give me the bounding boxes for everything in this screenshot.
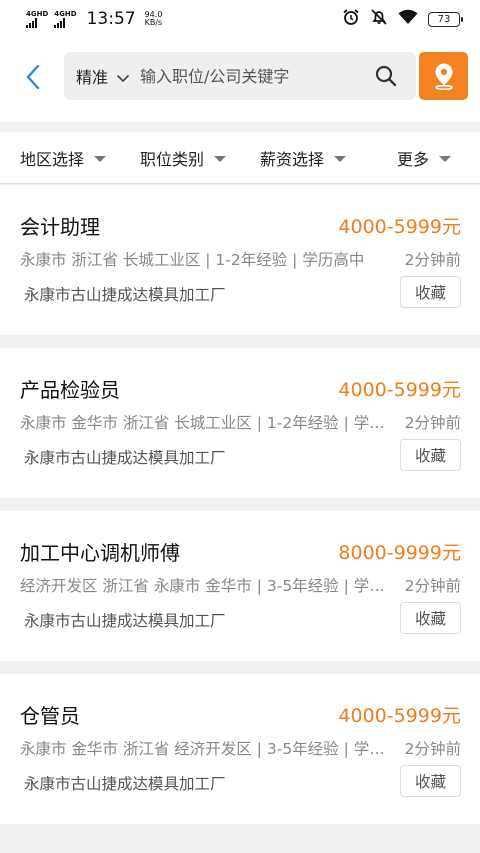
job-title: 仓管员 bbox=[20, 704, 80, 728]
status-bar-right: 73 bbox=[342, 8, 463, 30]
net-speed: 94.0 KB/s bbox=[144, 10, 163, 27]
filter-region[interactable]: 地区选择 bbox=[20, 132, 107, 184]
dropdown-triangle-icon bbox=[439, 156, 452, 162]
job-title: 产品检验员 bbox=[20, 378, 120, 402]
job-card[interactable]: 仓管员 4000-5999元 永康市 金华市 浙江省 经济开发区 | 3-5年经… bbox=[0, 674, 480, 824]
search-mode-select[interactable]: 精准 bbox=[76, 64, 108, 88]
location-pin-icon bbox=[434, 63, 453, 90]
dropdown-triangle-icon bbox=[214, 156, 227, 162]
clock: 13:57 bbox=[86, 9, 136, 29]
job-salary: 8000-9999元 bbox=[338, 542, 461, 564]
alarm-icon bbox=[342, 8, 360, 30]
filter-salary[interactable]: 薪资选择 bbox=[260, 132, 347, 184]
status-bar: 4GHD 4GHD 13:57 94.0 KB/s 73 bbox=[0, 0, 480, 38]
favorite-button[interactable]: 收藏 bbox=[400, 602, 461, 634]
battery-icon: 73 bbox=[428, 11, 463, 27]
job-posted-time: 2分钟前 bbox=[404, 740, 461, 758]
company-name[interactable]: 永康市古山捷成达模具加工厂 bbox=[24, 609, 226, 631]
company-name[interactable]: 永康市古山捷成达模具加工厂 bbox=[24, 446, 226, 468]
job-posted-time: 2分钟前 bbox=[404, 251, 461, 269]
search-header: 精准 bbox=[0, 38, 480, 122]
job-salary: 4000-5999元 bbox=[338, 705, 461, 727]
job-posted-time: 2分钟前 bbox=[404, 577, 461, 595]
back-button[interactable] bbox=[18, 60, 48, 94]
favorite-button[interactable]: 收藏 bbox=[400, 276, 461, 308]
job-title: 会计助理 bbox=[20, 215, 100, 239]
dropdown-triangle-icon bbox=[334, 156, 347, 162]
job-card[interactable]: 会计助理 4000-5999元 永康市 浙江省 长城工业区 | 1-2年经验 |… bbox=[0, 185, 480, 335]
job-salary: 4000-5999元 bbox=[338, 216, 461, 238]
location-button[interactable] bbox=[419, 52, 468, 100]
search-icon[interactable] bbox=[374, 64, 398, 88]
status-bar-left: 4GHD 4GHD 13:57 94.0 KB/s bbox=[26, 9, 162, 29]
favorite-button[interactable]: 收藏 bbox=[400, 765, 461, 797]
signal-icon-1: 4GHD bbox=[26, 10, 48, 28]
wifi-icon bbox=[398, 9, 418, 29]
chevron-left-icon bbox=[26, 64, 40, 90]
job-meta: 经济开发区 浙江省 永康市 金华市 | 3-5年经验 | 学历不限 bbox=[20, 577, 392, 595]
chevron-down-icon[interactable] bbox=[116, 68, 130, 87]
signal-icon-2: 4GHD bbox=[54, 10, 77, 28]
job-salary: 4000-5999元 bbox=[338, 379, 461, 401]
job-card[interactable]: 加工中心调机师傅 8000-9999元 经济开发区 浙江省 永康市 金华市 | … bbox=[0, 511, 480, 661]
filter-bar: 地区选择 职位类别 薪资选择 更多 bbox=[0, 132, 480, 184]
filter-job-category[interactable]: 职位类别 bbox=[140, 132, 227, 184]
dropdown-triangle-icon bbox=[94, 156, 107, 162]
company-name[interactable]: 永康市古山捷成达模具加工厂 bbox=[24, 283, 226, 305]
job-meta: 永康市 浙江省 长城工业区 | 1-2年经验 | 学历高中 bbox=[20, 251, 365, 269]
search-input[interactable] bbox=[140, 66, 351, 86]
mute-bell-icon bbox=[370, 8, 388, 30]
filter-more[interactable]: 更多 bbox=[397, 132, 452, 184]
job-title: 加工中心调机师傅 bbox=[20, 541, 180, 565]
favorite-button[interactable]: 收藏 bbox=[400, 439, 461, 471]
job-card[interactable]: 产品检验员 4000-5999元 永康市 金华市 浙江省 长城工业区 | 1-2… bbox=[0, 348, 480, 498]
job-meta: 永康市 金华市 浙江省 长城工业区 | 1-2年经验 | 学历高中 bbox=[20, 414, 392, 432]
search-box: 精准 bbox=[64, 52, 416, 100]
company-name[interactable]: 永康市古山捷成达模具加工厂 bbox=[24, 772, 226, 794]
job-posted-time: 2分钟前 bbox=[404, 414, 461, 432]
job-meta: 永康市 金华市 浙江省 经济开发区 | 3-5年经验 | 学历不限 bbox=[20, 740, 392, 758]
